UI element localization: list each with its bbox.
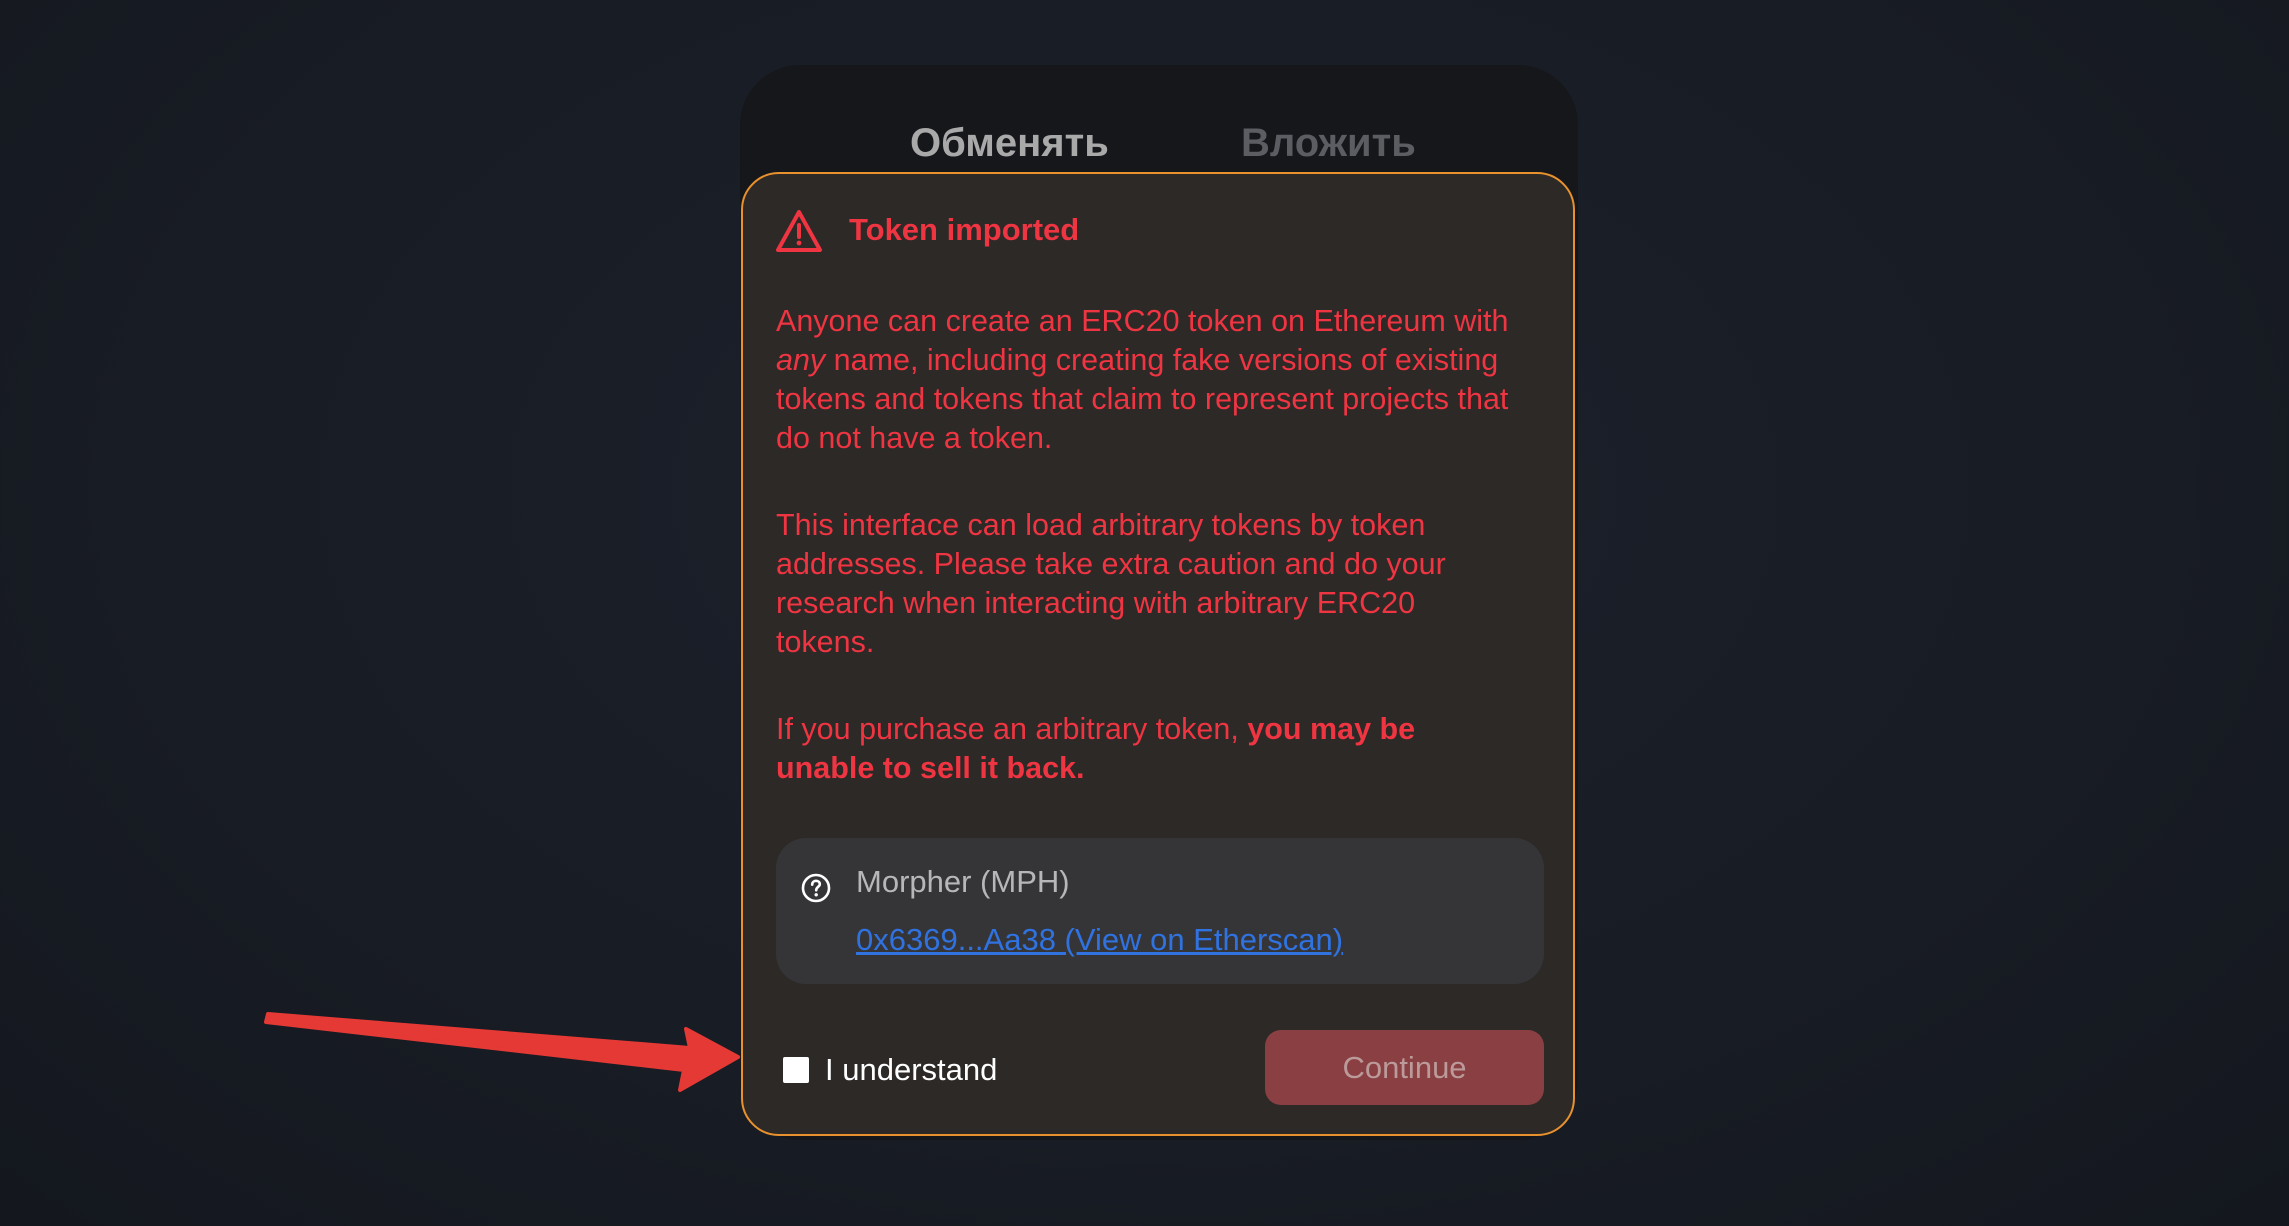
token-info-card: Morpher (MPH) 0x6369...Aa38 (View on Eth… [776,838,1544,984]
warning-paragraph-1: Anyone can create an ERC20 token on Ethe… [776,304,1509,455]
page-background: Обменять Вложить Token imported Anyone c… [0,0,2289,1226]
warning-triangle-icon [776,210,822,252]
tab-swap[interactable]: Обменять [910,121,1109,166]
question-circle-icon [801,873,831,903]
continue-button[interactable]: Continue [1265,1030,1544,1105]
token-name: Morpher (MPH) [856,864,1070,899]
understand-label[interactable]: I understand [825,1052,997,1088]
etherscan-link[interactable]: 0x6369...Aa38 (View on Etherscan) [856,922,1343,958]
tab-invest[interactable]: Вложить [1241,121,1416,166]
red-arrow-annotation [264,1012,740,1092]
warning-paragraph-3: If you purchase an arbitrary token, you … [776,712,1416,785]
understand-checkbox[interactable] [783,1057,809,1083]
warning-paragraph-2: This interface can load arbitrary tokens… [776,508,1446,659]
token-warning-modal: Token imported Anyone can create an ERC2… [741,172,1575,1136]
modal-title: Token imported [849,212,1080,247]
